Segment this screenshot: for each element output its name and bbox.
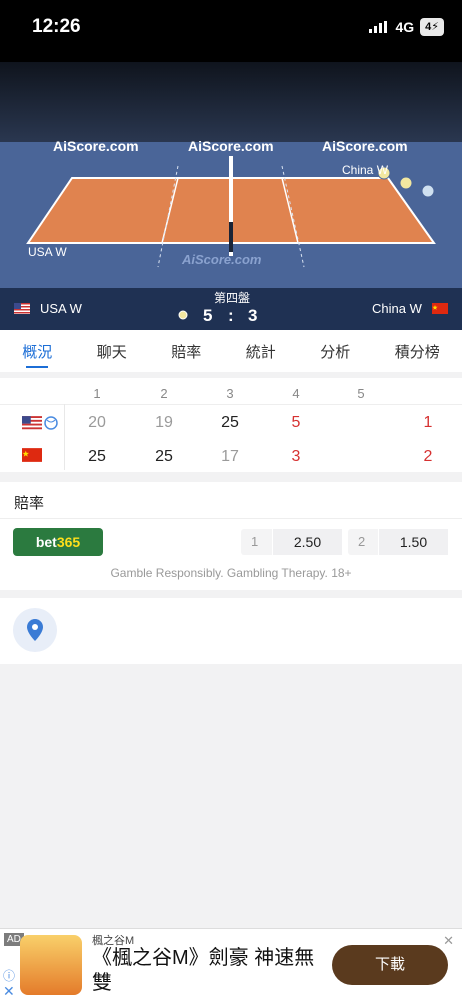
bet365-number: 365 <box>56 534 81 550</box>
signal-icon <box>369 21 388 33</box>
serve-ball-icon <box>178 310 188 320</box>
home-team-name: USA W <box>40 301 82 316</box>
table-column-divider <box>64 404 65 470</box>
away-score: 3 <box>248 306 258 325</box>
status-time: 12:26 <box>32 16 81 37</box>
ad-dismiss-icon[interactable]: ✕ <box>443 933 454 949</box>
usa-flag-icon <box>22 416 42 430</box>
tab-overview[interactable]: 概況 <box>22 333 52 370</box>
score-bar: USA W 第四盤 5 : 3 China W <box>0 288 462 330</box>
odds-option-away[interactable]: 2 1.50 <box>348 529 448 555</box>
set-header: 3 <box>226 386 234 401</box>
home-score: 5 <box>203 306 213 325</box>
ad-info-icon[interactable]: ⓘ <box>3 967 15 984</box>
ad-download-button[interactable]: 下載 <box>332 945 448 985</box>
status-right: 4G 4⚡ <box>369 18 444 36</box>
location-pin-icon <box>27 619 43 641</box>
ad-headline: 《楓之谷M》劍豪 神速無雙 <box>92 947 315 994</box>
battery-level: 4 <box>425 21 432 33</box>
odds-option-value: 1.50 <box>378 529 448 555</box>
court-label-home: USA W <box>28 245 67 259</box>
set-header-current: 4 <box>292 386 300 401</box>
court-label-away: China W <box>342 163 389 177</box>
set-header: 2 <box>160 386 168 401</box>
away-set-score: 25 <box>88 448 106 465</box>
tab-chat[interactable]: 聊天 <box>97 333 127 370</box>
network-type: 4G <box>395 19 415 35</box>
ad-close-icon[interactable]: ✕ <box>3 983 15 1000</box>
set-label: 第四盤 <box>213 291 250 305</box>
away-set-score-current: 3 <box>291 448 301 465</box>
usa-flag-icon <box>14 303 30 314</box>
tab-bar: 概況 聊天 賠率 統計 分析 積分榜 <box>0 330 462 372</box>
tab-stats[interactable]: 統計 <box>246 333 276 370</box>
set-header: 1 <box>93 386 101 401</box>
home-set-score: 20 <box>88 414 106 431</box>
battery-icon: 4⚡ <box>420 18 444 36</box>
odds-option-home[interactable]: 1 2.50 <box>241 529 342 555</box>
away-total-sets: 2 <box>423 448 433 465</box>
away-set-score: 25 <box>155 448 173 465</box>
venue-section <box>0 598 462 664</box>
odds-section: 賠率 bet365 1 2.50 2 1.50 Gamble Responsib… <box>0 482 462 590</box>
bet365-logo[interactable]: bet365 <box>13 528 103 556</box>
china-flag-icon <box>22 448 42 462</box>
away-team-name: China W <box>372 301 422 316</box>
location-button[interactable] <box>13 608 57 652</box>
china-flag-icon <box>432 303 448 314</box>
court-visualization: AiScore.com AiScore.com AiScore.com AiSc… <box>0 62 462 288</box>
ad-game-image <box>20 935 82 995</box>
tab-analysis[interactable]: 分析 <box>320 333 350 370</box>
home-total-sets: 1 <box>423 414 433 431</box>
volleyball-serve-icon <box>44 416 58 430</box>
tab-odds[interactable]: 賠率 <box>171 333 201 370</box>
odds-option-value: 2.50 <box>272 529 342 555</box>
bet365-text: bet <box>35 534 57 550</box>
gamble-responsibly-note: Gamble Responsibly. Gambling Therapy. 18… <box>110 566 352 580</box>
home-set-score-current: 5 <box>291 414 301 431</box>
court-floor-ad: AiScore.com <box>182 252 262 267</box>
odds-divider <box>0 518 462 519</box>
odds-option-key: 2 <box>358 534 366 549</box>
set-header: 5 <box>357 386 365 401</box>
odds-option-key: 1 <box>251 534 259 549</box>
home-set-score: 25 <box>221 414 239 431</box>
table-divider <box>0 404 462 405</box>
status-bar: 12:26 4G 4⚡ <box>0 0 462 62</box>
tab-standings[interactable]: 積分榜 <box>395 333 440 370</box>
set-score-table: 1 2 3 4 5 20 19 25 5 1 25 25 17 3 2 <box>0 378 462 472</box>
score-separator: : <box>228 306 234 325</box>
home-set-score: 19 <box>155 414 173 431</box>
away-set-score: 17 <box>221 448 239 465</box>
ad-banner[interactable]: AD ⓘ ✕ 楓之谷M 《楓之谷M》劍豪 神速無雙 下載 ✕ <box>0 928 462 1000</box>
odds-title: 賠率 <box>14 495 45 512</box>
